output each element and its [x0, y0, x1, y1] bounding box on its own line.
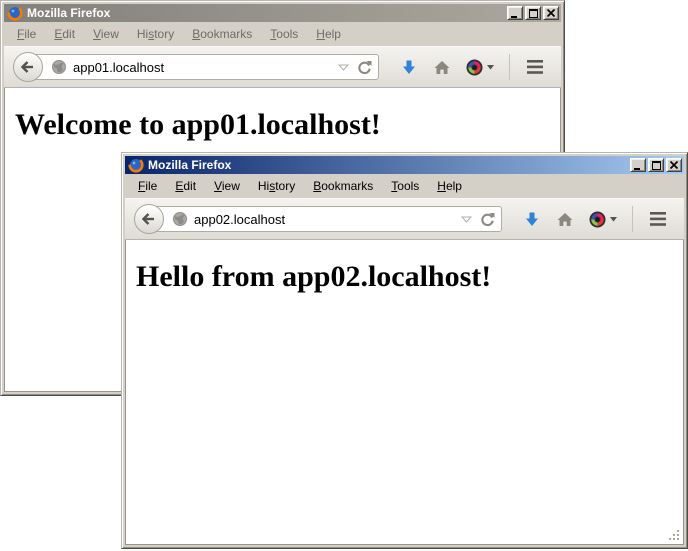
close-icon — [670, 161, 678, 169]
url-text: app01.localhost — [73, 60, 338, 75]
menu-item-edit[interactable]: Edit — [45, 24, 84, 44]
menu-item-edit[interactable]: Edit — [166, 176, 205, 196]
navigation-toolbar: app01.localhost — [4, 46, 561, 88]
home-icon — [434, 60, 450, 75]
menu-button[interactable] — [518, 60, 552, 74]
window-title: Mozilla Firefox — [148, 158, 630, 172]
urlbar-container: app01.localhost — [13, 52, 379, 82]
globe-icon — [172, 211, 188, 227]
minimize-icon — [511, 9, 519, 18]
download-icon — [402, 60, 416, 75]
urlbar-dropdown-icon[interactable] — [338, 64, 349, 71]
close-button[interactable] — [543, 6, 559, 20]
menu-item-bookmarks[interactable]: Bookmarks — [183, 24, 261, 44]
toolbar-buttons — [393, 54, 552, 80]
page-heading: Welcome to app01.localhost! — [15, 108, 560, 142]
menu-item-file[interactable]: File — [129, 176, 166, 196]
urlbar-dropdown-icon[interactable] — [461, 216, 472, 223]
maximize-icon — [652, 161, 661, 170]
menu-item-history[interactable]: History — [128, 24, 183, 44]
toolbar-separator — [632, 206, 633, 232]
addon-dropdown-icon — [487, 65, 494, 70]
home-button[interactable] — [425, 60, 459, 75]
menu-button[interactable] — [641, 212, 675, 226]
url-input[interactable]: app01.localhost — [28, 54, 379, 80]
back-icon — [142, 213, 156, 225]
menu-item-bookmarks[interactable]: Bookmarks — [304, 176, 382, 196]
maximize-button[interactable] — [525, 6, 541, 20]
maximize-icon — [529, 9, 538, 18]
download-icon — [525, 212, 539, 227]
addon-color-wheel-icon — [589, 211, 606, 228]
addon-button[interactable] — [459, 59, 501, 76]
url-input[interactable]: app02.localhost — [149, 206, 502, 232]
firefox-icon — [7, 5, 23, 21]
close-button[interactable] — [666, 158, 682, 172]
close-icon — [547, 9, 555, 17]
menu-item-view[interactable]: View — [84, 24, 128, 44]
back-icon — [21, 61, 35, 73]
minimize-button[interactable] — [507, 6, 523, 20]
download-button[interactable] — [393, 60, 425, 75]
titlebar[interactable]: Mozilla Firefox — [125, 156, 684, 174]
menu-icon — [650, 212, 666, 226]
reload-icon[interactable] — [357, 60, 372, 75]
home-button[interactable] — [548, 212, 582, 227]
back-button[interactable] — [134, 204, 164, 234]
back-button[interactable] — [13, 52, 43, 82]
browser-window-app02: Mozilla Firefox FileEditViewHistoryBookm… — [121, 152, 688, 549]
menu-item-history[interactable]: History — [249, 176, 304, 196]
page-heading: Hello from app02.localhost! — [136, 260, 683, 294]
window-title: Mozilla Firefox — [27, 6, 507, 20]
menu-item-file[interactable]: File — [8, 24, 45, 44]
addon-dropdown-icon — [610, 217, 617, 222]
firefox-icon — [128, 157, 144, 173]
urlbar-container: app02.localhost — [134, 204, 502, 234]
toolbar-buttons — [516, 206, 675, 232]
titlebar[interactable]: Mozilla Firefox — [4, 4, 561, 22]
menu-item-help[interactable]: Help — [307, 24, 350, 44]
maximize-button[interactable] — [648, 158, 664, 172]
globe-icon — [51, 59, 67, 75]
page-content: Hello from app02.localhost! — [125, 240, 684, 545]
toolbar-separator — [509, 54, 510, 80]
menu-bar: FileEditViewHistoryBookmarksToolsHelp — [4, 22, 561, 46]
resize-grip-icon[interactable] — [667, 528, 681, 542]
menu-bar: FileEditViewHistoryBookmarksToolsHelp — [125, 174, 684, 198]
home-icon — [557, 212, 573, 227]
navigation-toolbar: app02.localhost — [125, 198, 684, 240]
desktop: { "windows": [ { "id": "app01", "title":… — [0, 0, 688, 551]
menu-icon — [527, 60, 543, 74]
menu-item-tools[interactable]: Tools — [382, 176, 428, 196]
minimize-button[interactable] — [630, 158, 646, 172]
url-text: app02.localhost — [194, 212, 461, 227]
reload-icon[interactable] — [480, 212, 495, 227]
menu-item-help[interactable]: Help — [428, 176, 471, 196]
download-button[interactable] — [516, 212, 548, 227]
menu-item-view[interactable]: View — [205, 176, 249, 196]
addon-button[interactable] — [582, 211, 624, 228]
menu-item-tools[interactable]: Tools — [261, 24, 307, 44]
minimize-icon — [634, 161, 642, 170]
addon-color-wheel-icon — [466, 59, 483, 76]
